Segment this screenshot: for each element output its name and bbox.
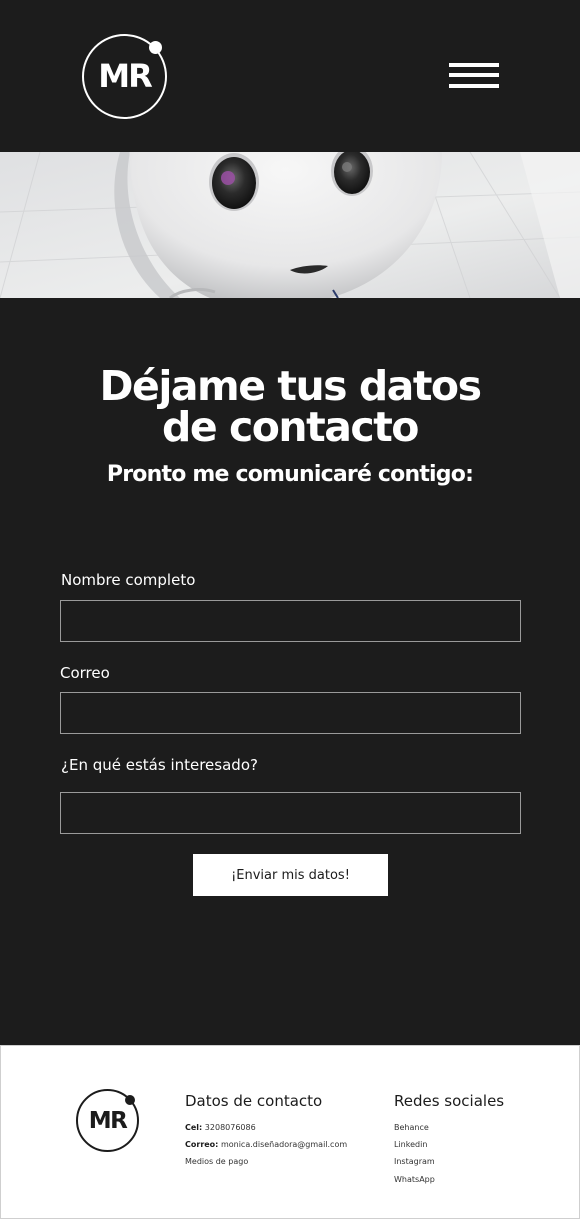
name-label: Nombre completo <box>61 571 196 589</box>
logo-text: MR <box>98 56 153 95</box>
interest-input[interactable] <box>60 792 521 834</box>
title-line-2: de contacto <box>162 403 419 451</box>
robot-face-photo <box>0 152 580 298</box>
page-subtitle: Pronto me comunicaré contigo: <box>106 462 474 487</box>
menu-bar <box>449 73 499 77</box>
email-input[interactable] <box>60 692 521 734</box>
interest-label: ¿En qué estás interesado? <box>61 756 258 774</box>
menu-bar <box>449 63 499 67</box>
email-line-label: Correo: <box>185 1140 219 1149</box>
footer-logo-dot <box>125 1095 135 1105</box>
social-heading: Redes sociales <box>394 1092 505 1110</box>
logo[interactable]: MR <box>82 34 167 119</box>
email-label: Correo <box>60 664 110 682</box>
whatsapp-link[interactable]: WhatsApp <box>394 1175 435 1184</box>
menu-bar <box>449 84 499 88</box>
name-input[interactable] <box>60 600 521 642</box>
contact-data-heading: Datos de contacto <box>185 1092 323 1110</box>
behance-link[interactable]: Behance <box>394 1123 429 1132</box>
site-header: MR <box>0 0 580 152</box>
phone-value: 3208076086 <box>204 1123 256 1132</box>
footer-logo[interactable]: MR <box>76 1089 139 1152</box>
logo-dot <box>149 41 162 54</box>
submit-button[interactable]: ¡Enviar mis datos! <box>193 854 388 896</box>
phone-label: Cel: <box>185 1123 203 1132</box>
hero-image <box>0 152 580 298</box>
email-value: monica.diseñadora@gmail.com <box>220 1140 348 1149</box>
footer-logo-text: MR <box>88 1107 128 1134</box>
phone-line: Cel: 3208076086 <box>185 1123 256 1132</box>
linkedin-link[interactable]: Linkedin <box>394 1140 427 1149</box>
email-line: Correo: monica.diseñadora@gmail.com <box>185 1140 347 1149</box>
payment-methods-link[interactable]: Medios de pago <box>185 1157 248 1166</box>
site-footer: MR Datos de contacto Cel: 3208076086 Cor… <box>0 1045 580 1219</box>
instagram-link[interactable]: Instagram <box>394 1157 435 1166</box>
hamburger-menu-icon[interactable] <box>449 63 499 90</box>
page-title: Déjame tus datos de contacto <box>0 366 580 448</box>
